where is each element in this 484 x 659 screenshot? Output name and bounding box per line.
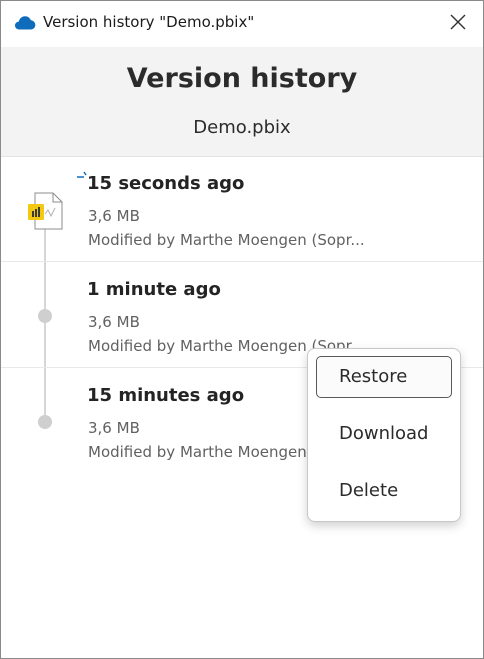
onedrive-cloud-icon: [15, 16, 36, 30]
timeline-dot: [38, 415, 52, 429]
delete-menu-item[interactable]: Delete: [316, 470, 452, 512]
version-size: 3,6 MB: [88, 207, 140, 225]
version-time: 15 seconds ago: [87, 173, 245, 194]
version-size: 3,6 MB: [88, 419, 140, 437]
window-title: Version history "Demo.pbix": [43, 13, 255, 31]
version-time: 15 minutes ago: [87, 385, 245, 406]
version-item[interactable]: 15 seconds ago 3,6 MB Modified by Marthe…: [1, 157, 483, 262]
context-menu: Restore Download Delete: [307, 348, 461, 522]
download-menu-item[interactable]: Download: [316, 413, 452, 455]
title-bar: Version history "Demo.pbix": [1, 1, 483, 47]
file-name: Demo.pbix: [193, 117, 291, 138]
restore-menu-item[interactable]: Restore: [316, 356, 452, 398]
powerbi-file-icon: [28, 192, 63, 230]
header: Version history Demo.pbix: [1, 47, 483, 157]
version-history-window: Version history "Demo.pbix" Version hist…: [0, 0, 484, 659]
divider: [1, 261, 483, 262]
close-icon[interactable]: [447, 11, 469, 33]
version-time: 1 minute ago: [87, 279, 221, 300]
timeline-dot: [38, 309, 52, 323]
page-title: Version history: [126, 63, 358, 94]
version-size: 3,6 MB: [88, 313, 140, 331]
version-modified-by: Modified by Marthe Moengen (Sopr...: [88, 231, 365, 249]
